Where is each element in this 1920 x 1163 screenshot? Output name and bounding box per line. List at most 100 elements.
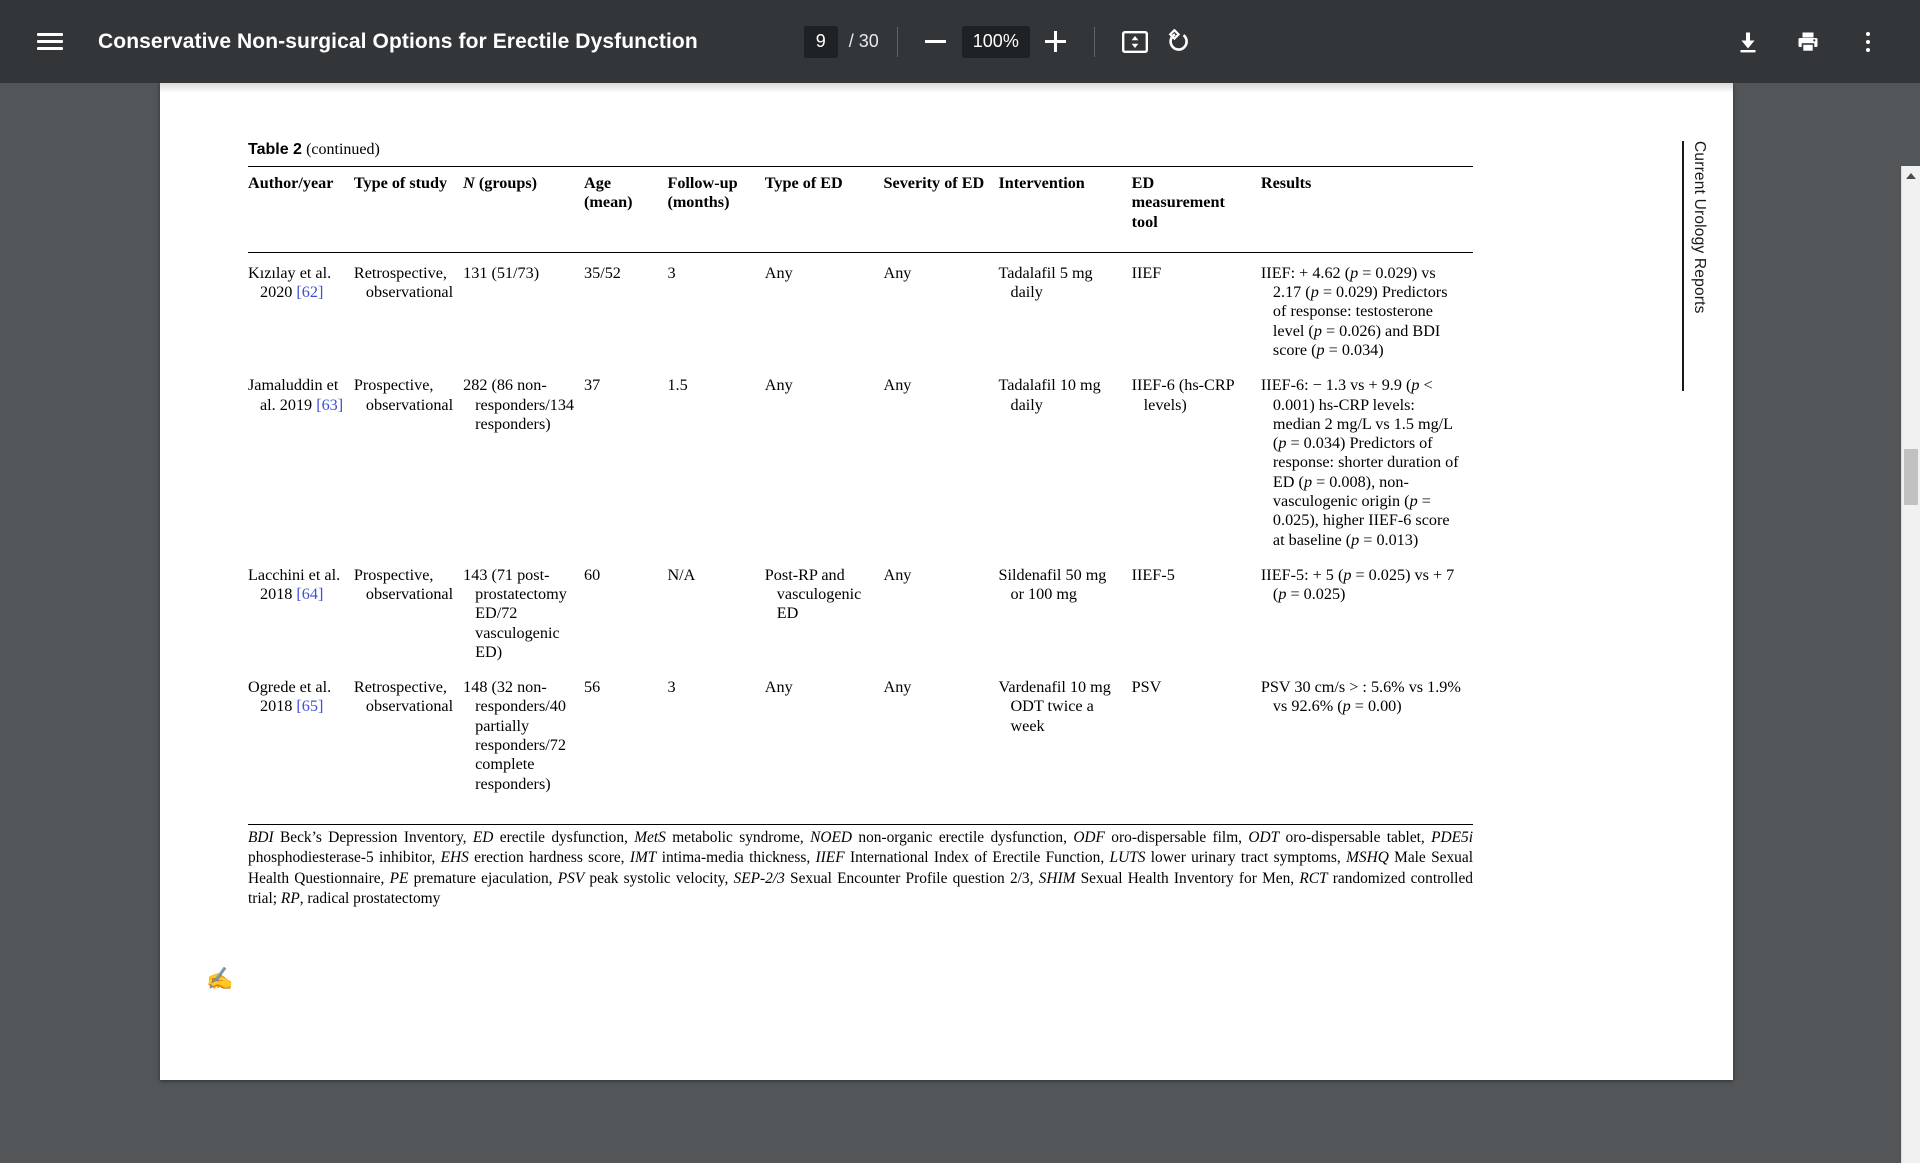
cell-intervention: Vardenafil 10 mg ODT twice a week — [998, 678, 1111, 735]
footnote-definition: premature ejaculation, — [408, 869, 558, 887]
reference-link[interactable]: [64] — [296, 585, 323, 603]
cell-intervention: Tadalafil 10 mg daily — [998, 376, 1101, 414]
footnote-definition: erection hardness score, — [468, 849, 630, 867]
reference-link[interactable]: [65] — [296, 697, 323, 715]
col-header-results: Results — [1260, 166, 1473, 253]
footnote-abbreviation: RCT — [1299, 869, 1328, 887]
cell-n-groups: 131 (51/73) — [463, 263, 540, 282]
footnote-abbreviation: SEP-2/3 — [733, 869, 785, 887]
table-container: Table 2 (continued) Author/year Type of … — [248, 139, 1473, 826]
cell-severity-of-ed: Any — [883, 678, 912, 697]
footnote-abbreviation: BDI — [248, 829, 274, 846]
cell-author: Kızılay et al. 2020 [62] — [248, 263, 332, 302]
cell-follow-up: N/A — [667, 565, 696, 584]
print-icon — [1798, 32, 1818, 52]
cell-intervention: Tadalafil 5 mg daily — [998, 263, 1093, 302]
col-header-severity-of-ed: Severity of ED — [883, 166, 999, 253]
download-button[interactable] — [1726, 20, 1770, 64]
rotate-button[interactable] — [1157, 20, 1201, 64]
col-header-age-mean: Age (mean) — [584, 166, 668, 253]
more-vertical-icon — [1866, 30, 1870, 54]
footnote-definition: International Index of Erectile Function… — [844, 849, 1110, 867]
cell-measurement-tool: IIEF-6 (hs-CRP levels) — [1131, 376, 1235, 414]
table-row: Jamaluddin et al. 2019 [63] Prospective, … — [248, 368, 1473, 558]
table-head: Author/year Type of study N (groups) Age… — [248, 166, 1473, 253]
toolbar-right-actions — [1710, 20, 1920, 64]
footnote-definition: Sexual Health Inventory for Men, — [1075, 869, 1300, 887]
scroll-up-arrow-glyph — [1906, 172, 1916, 179]
cell-type-of-ed: Any — [764, 376, 793, 395]
footnote-definition: metabolic syndrome, — [665, 829, 811, 846]
toolbar-divider-1 — [896, 26, 898, 57]
table-row: Kızılay et al. 2020 [62] Retrospective, o… — [248, 252, 1473, 368]
print-button[interactable] — [1786, 20, 1830, 64]
table-caption: Table 2 (continued) — [248, 139, 1473, 159]
col-header-follow-up: Follow-up (months) — [667, 166, 765, 253]
table-body: Kızılay et al. 2020 [62] Retrospective, o… — [248, 252, 1473, 824]
footnote-abbreviation: MSHQ — [1346, 849, 1389, 867]
reference-link[interactable]: [63] — [316, 396, 343, 414]
col-header-type-of-study: Type of study — [353, 166, 464, 253]
cell-type-of-study: Retrospective, observational — [353, 678, 454, 716]
cell-follow-up: 1.5 — [667, 376, 688, 395]
fit-to-page-button[interactable] — [1113, 20, 1157, 64]
pdf-viewer-area: Current Urology Reports Table 2 (continu… — [0, 83, 1920, 1163]
reference-link[interactable]: [62] — [296, 283, 323, 301]
col-header-author: Author/year — [248, 166, 354, 253]
cell-severity-of-ed: Any — [883, 376, 912, 395]
hamburger-menu-icon[interactable] — [28, 20, 72, 64]
rotate-counterclockwise-icon — [1168, 28, 1188, 51]
col-header-ed-measurement-tool: ED measurement tool — [1131, 166, 1261, 253]
plus-icon — [1045, 31, 1067, 52]
vertical-scrollbar[interactable] — [1901, 166, 1920, 1163]
document-title: Conservative Non-surgical Options for Er… — [98, 29, 698, 53]
more-options-button[interactable] — [1846, 20, 1890, 64]
page-and-zoom-controls: 9 / 30 100% — [803, 20, 1201, 64]
scroll-thumb[interactable] — [1904, 449, 1918, 505]
journal-side-label: Current Urology Reports — [1682, 141, 1708, 391]
cell-age-mean: 60 — [584, 565, 601, 584]
col-header-n-groups: N (groups) — [463, 166, 585, 253]
footnote-abbreviation: PDE5i — [1431, 829, 1474, 846]
cell-author: Jamaluddin et al. 2019 [63] — [248, 376, 344, 414]
page-number-input[interactable]: 9 — [803, 25, 838, 58]
footnote-definition: phosphodiesterase-5 inhibitor, — [248, 849, 441, 867]
cell-author: Lacchini et al. 2018 [64] — [248, 565, 341, 604]
table-row: Ogrede et al. 2018 [65] Retrospective, ob… — [248, 670, 1473, 824]
footnote-abbreviation: IIEF — [815, 849, 845, 867]
zoom-in-button[interactable] — [1036, 22, 1076, 62]
zoom-out-button[interactable] — [916, 22, 956, 62]
footnote-definition: lower urinary tract symptoms, — [1145, 849, 1347, 867]
cell-n-groups: 148 (32 non-responders/40 partially resp… — [463, 678, 566, 793]
col-header-type-of-ed: Type of ED — [764, 166, 884, 253]
hamburger-glyph — [37, 29, 63, 54]
cell-follow-up: 3 — [667, 678, 676, 697]
cell-type-of-ed: Any — [764, 263, 793, 282]
footnote-abbreviation: PSV — [557, 869, 585, 887]
footnote-definition: peak systolic velocity, — [584, 869, 734, 887]
table-footnote: BDI Beck’s Depression Inventory, ED erec… — [248, 828, 1473, 910]
cell-age-mean: 56 — [584, 678, 601, 697]
cell-type-of-study: Prospective, observational — [353, 565, 454, 604]
table-caption-label: Table 2 — [248, 141, 302, 158]
cell-severity-of-ed: Any — [883, 263, 912, 282]
cell-type-of-ed: Post-RP and vasculogenic ED — [764, 565, 862, 623]
cell-results: IIEF-5: + 5 (p = 0.025) vs + 7 (p = 0.02… — [1260, 565, 1455, 604]
fit-to-page-icon — [1121, 30, 1148, 53]
footnote-abbreviation: ODF — [1073, 829, 1105, 846]
table-header-row: Author/year Type of study N (groups) Age… — [248, 166, 1473, 253]
scroll-up-arrow-icon[interactable] — [1902, 166, 1920, 185]
footnote-definition: oro-dispersable film, — [1104, 829, 1249, 846]
cell-results: IIEF: + 4.62 (p = 0.029) vs 2.17 (p = 0.… — [1260, 263, 1448, 359]
footnote-definition: erectile dysfunction, — [493, 829, 635, 846]
footnote-abbreviation: ED — [472, 829, 494, 846]
footnote-definition: Sexual Encounter Profile question 2/3, — [784, 869, 1039, 887]
footnote-abbreviation: SHIM — [1038, 869, 1076, 887]
footnote-abbreviation: RP — [280, 890, 300, 908]
cell-age-mean: 35/52 — [584, 263, 621, 282]
cell-measurement-tool: IIEF-5 — [1131, 565, 1175, 584]
zoom-level-input[interactable]: 100% — [961, 25, 1030, 58]
cell-n-groups: 282 (86 non-responders/134 responders) — [463, 376, 575, 433]
cell-type-of-ed: Any — [764, 678, 793, 697]
journal-rule — [1682, 141, 1684, 391]
